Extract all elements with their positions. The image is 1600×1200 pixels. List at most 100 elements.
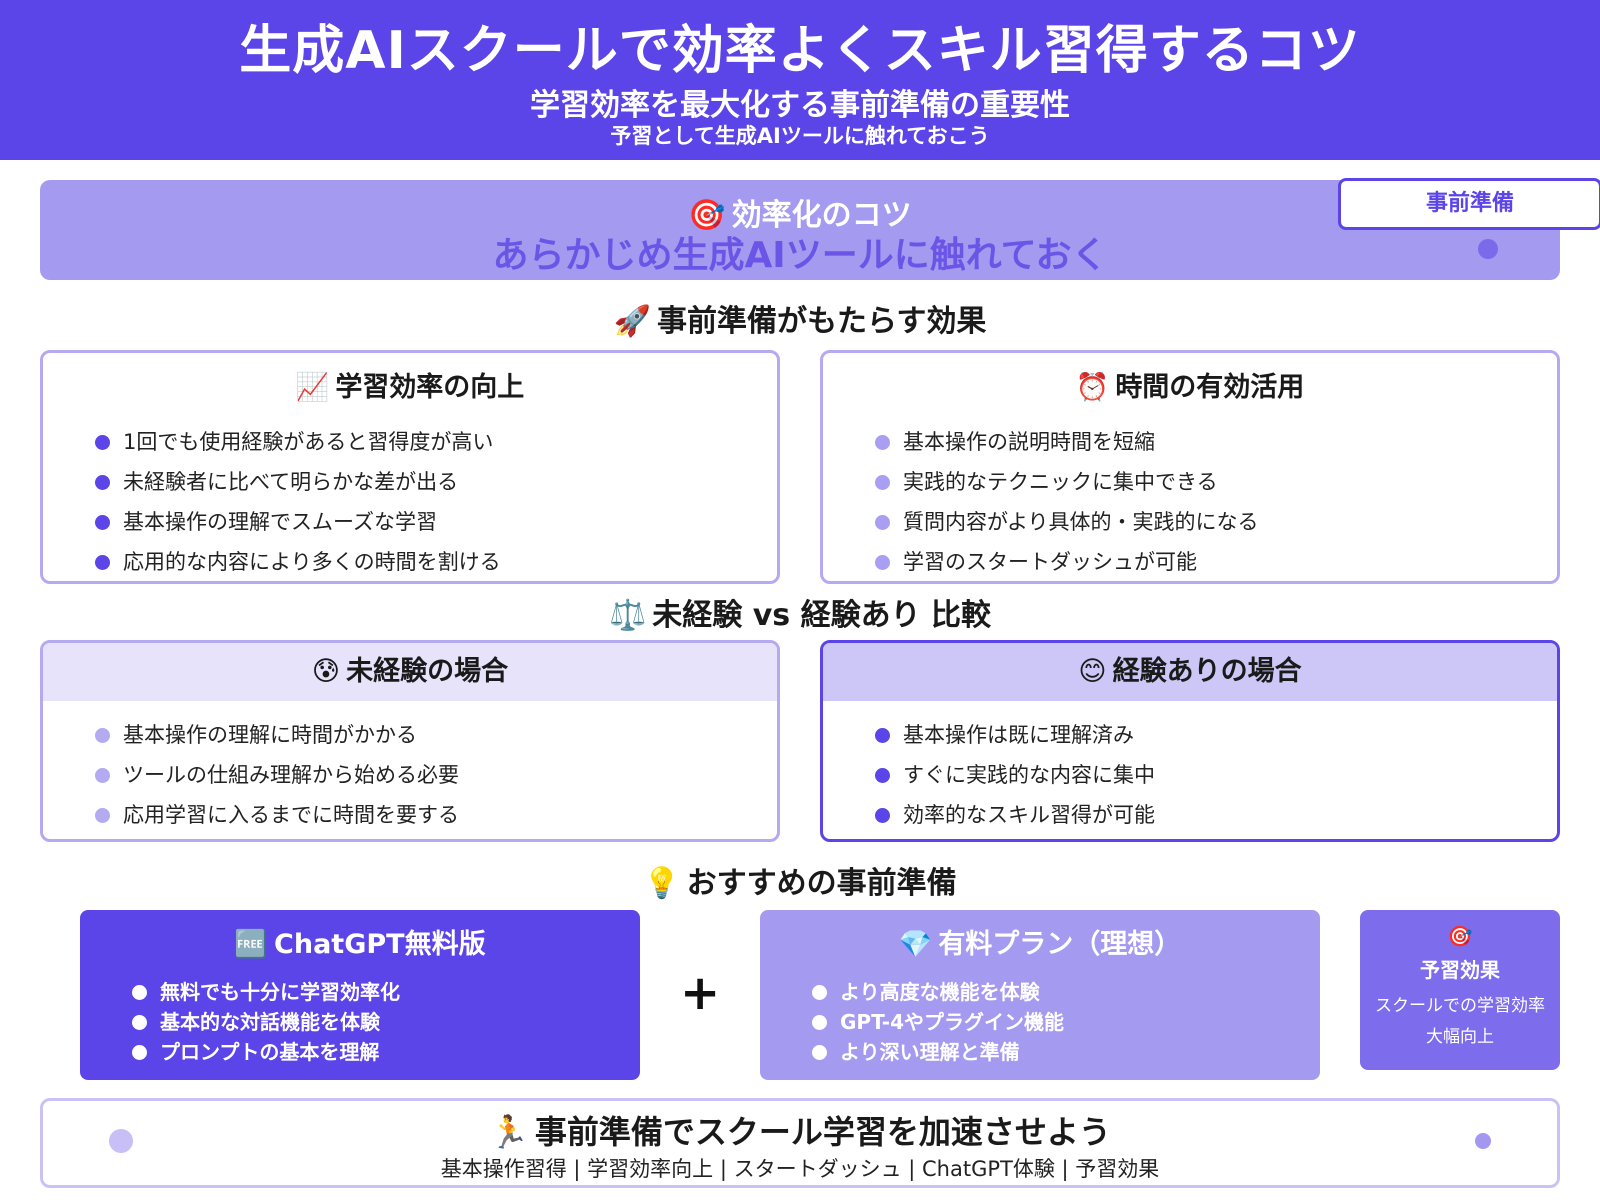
paid-plan-box: 💎 有料プラン（理想） より高度な機能を体験 GPT-4やプラグイン機能より深い理解… [760,910,1320,1080]
bullet-dot [875,767,890,783]
footer-banner: 🏃 事前準備でスクール学習を加速させよう 基本操作習得 | 学習効率向上 | スタ… [40,1098,1560,1188]
free-plan-title: 🆓 ChatGPT無料版 [80,922,640,961]
list-item: 質問内容がより具体的・実践的になる [823,502,1557,542]
bullet-dot [95,434,110,450]
footer-tags: 基本操作習得 | 学習効率向上 | スタートダッシュ | ChatGPT体験 |… [440,1157,1160,1181]
bullet-dot [875,514,890,530]
chart-up-icon: 📈 [295,372,330,403]
list-item-text: 効率的なスキル習得が可能 [903,803,1155,827]
page-title: 生成AIスクールで効率よくスキル習得するコツ [239,21,1361,81]
list-item: 1回でも使用経験があると習得度が高い [43,422,777,462]
tip-banner: 🎯 効率化のコツ あらかじめ生成AIツールに触れておく 事前準備 [40,178,1600,280]
bullet-dot [875,554,890,570]
compare-title-text: 未経験 vs 経験あり 比較 [652,598,992,633]
bullet-dot [812,985,827,1000]
effect-card-time: ⏰ 時間の有効活用 基本操作の説明時間を短縮実践的なテクニックに集中できる質問内容… [820,350,1560,584]
effect-list: 1回でも使用経験があると習得度が高い未経験者に比べて明らかな差が出る 基本操作の理… [43,422,777,581]
bullet-dot [132,985,147,1000]
alarm-clock-icon: ⏰ [1075,372,1110,403]
bullet-dot [95,727,110,743]
list-item-text: 基本操作は既に理解済み [903,723,1134,747]
list-item: 基本的な対話機能を体験 [80,1007,640,1037]
list-item-text: 実践的なテクニックに集中できる [903,470,1218,494]
list-item-text: プロンプトの基本を理解 [160,1040,380,1064]
smiling-face-icon: 😊 [1078,656,1107,687]
list-item: 未経験者に比べて明らかな差が出る [43,462,777,502]
bullet-dot [95,514,110,530]
free-plan-box: 🆓 ChatGPT無料版 無料でも十分に学習効率化 基本的な対話機能を体験 プロンプト… [80,910,640,1080]
study-effect-box: 🎯 予習効果 スクールでの学習効率 大幅向上 [1360,910,1560,1070]
list-item: 基本操作の理解でスムーズな学習 [43,502,777,542]
effect-list: 基本操作の説明時間を短縮実践的なテクニックに集中できる質問内容がより具体的・実践… [823,422,1557,581]
bullet-dot [875,474,890,490]
bullet-dot [812,1015,827,1030]
list-item-text: より深い理解と準備 [840,1040,1020,1064]
page-subtitle: 学習効率を最大化する事前準備の重要性 [530,88,1070,123]
prep-badge: 事前準備 [1338,178,1600,230]
effects-section-title: 🚀 事前準備がもたらす効果 [0,296,1600,340]
list-item-text: 基本操作の理解でスムーズな学習 [123,510,437,534]
effect-card-learning: 📈 学習効率の向上 1回でも使用経験があると習得度が高い未経験者に比べて明らかな差… [40,350,780,584]
list-item: 基本操作は既に理解済み [823,715,1557,755]
list-item: GPT-4やプラグイン機能 [760,1007,1320,1037]
bullet-dot [95,554,110,570]
compare-card-experienced: 😊 経験ありの場合 基本操作は既に理解済み すぐに実践的な内容に集中 効率的なスキル習… [820,640,1560,842]
paid-plan-list: より高度な機能を体験 GPT-4やプラグイン機能より深い理解と準備 [760,977,1320,1067]
bullet-dot [132,1015,147,1030]
footer-title-text: 事前準備でスクール学習を加速させよう [534,1113,1111,1151]
list-item-text: 基本操作の説明時間を短縮 [903,430,1155,454]
list-item: より深い理解と準備 [760,1037,1320,1067]
list-item-text: 基本的な対話機能を体験 [160,1010,380,1034]
paid-plan-title-text: 有料プラン（理想） [938,929,1182,960]
list-item: プロンプトの基本を理解 [80,1037,640,1067]
bullet-dot [132,1045,147,1060]
compare-card-header: 😰 未経験の場合 [43,643,777,701]
bullet-dot [875,807,890,823]
gem-icon: 💎 [898,929,933,960]
list-item: 学習のスタートダッシュが可能 [823,542,1557,581]
list-item-text: 学習のスタートダッシュが可能 [903,550,1197,574]
study-effect-title: 予習効果 [1420,958,1500,982]
tip-main-text: あらかじめ生成AIツールに触れておく [492,235,1108,276]
list-item-text: 基本操作の理解に時間がかかる [123,723,417,747]
bullet-dot [95,474,110,490]
runner-icon: 🏃 [489,1113,529,1151]
free-plan-title-text: ChatGPT無料版 [274,929,486,960]
compare-section-title: ⚖️ 未経験 vs 経験あり 比較 [0,590,1600,634]
effect-card-title-text: 学習効率の向上 [335,372,525,403]
page-header: 生成AIスクールで効率よくスキル習得するコツ 学習効率を最大化する事前準備の重要… [0,0,1600,160]
list-item: すぐに実践的な内容に集中 [823,755,1557,795]
bullet-dot [95,767,110,783]
list-item: 無料でも十分に学習効率化 [80,977,640,1007]
list-item-text: ツールの仕組み理解から始める必要 [123,763,459,787]
bullet-dot [812,1045,827,1060]
list-item: 基本操作の理解に時間がかかる [43,715,777,755]
effect-card-title-text: 時間の有効活用 [1115,372,1305,403]
list-item: 応用学習に入るまでに時間を要する [43,795,777,835]
free-icon: 🆓 [234,929,269,960]
bullet-dot [875,434,890,450]
recommend-section-title: 💡 おすすめの事前準備 [0,858,1600,902]
list-item: 実践的なテクニックに集中できる [823,462,1557,502]
list-item: 基本操作の説明時間を短縮 [823,422,1557,462]
list-item-text: 未経験者に比べて明らかな差が出る [123,470,459,494]
list-item-text: 応用的な内容により多くの時間を割ける [123,550,501,574]
list-item: ツールの仕組み理解から始める必要 [43,755,777,795]
effect-card-title: ⏰ 時間の有効活用 [823,365,1557,404]
study-effect-line2: 大幅向上 [1426,1027,1494,1047]
page-subtitle-2: 予習として生成AIツールに触れておこう [610,124,990,148]
compare-list: 基本操作の理解に時間がかかるツールの仕組み理解から始める必要 応用学習に入るまでに… [43,715,777,835]
rocket-icon: 🚀 [613,304,651,339]
list-item-text: 応用学習に入るまでに時間を要する [123,803,459,827]
list-item-text: 無料でも十分に学習効率化 [160,980,400,1004]
compare-card-no-experience: 😰 未経験の場合 基本操作の理解に時間がかかるツールの仕組み理解から始める必要 応用… [40,640,780,842]
study-effect-line1: スクールでの学習効率 [1375,996,1545,1016]
free-plan-list: 無料でも十分に学習効率化 基本的な対話機能を体験 プロンプトの基本を理解 [80,977,640,1067]
footer-title: 🏃 事前準備でスクール学習を加速させよう [43,1107,1557,1153]
list-item-text: すぐに実践的な内容に集中 [903,763,1155,787]
compare-card-title: 経験ありの場合 [1112,656,1302,687]
paid-plan-title: 💎 有料プラン（理想） [760,922,1320,961]
list-item: より高度な機能を体験 [760,977,1320,1007]
list-item: 応用的な内容により多くの時間を割ける [43,542,777,581]
list-item-text: より高度な機能を体験 [840,980,1040,1004]
